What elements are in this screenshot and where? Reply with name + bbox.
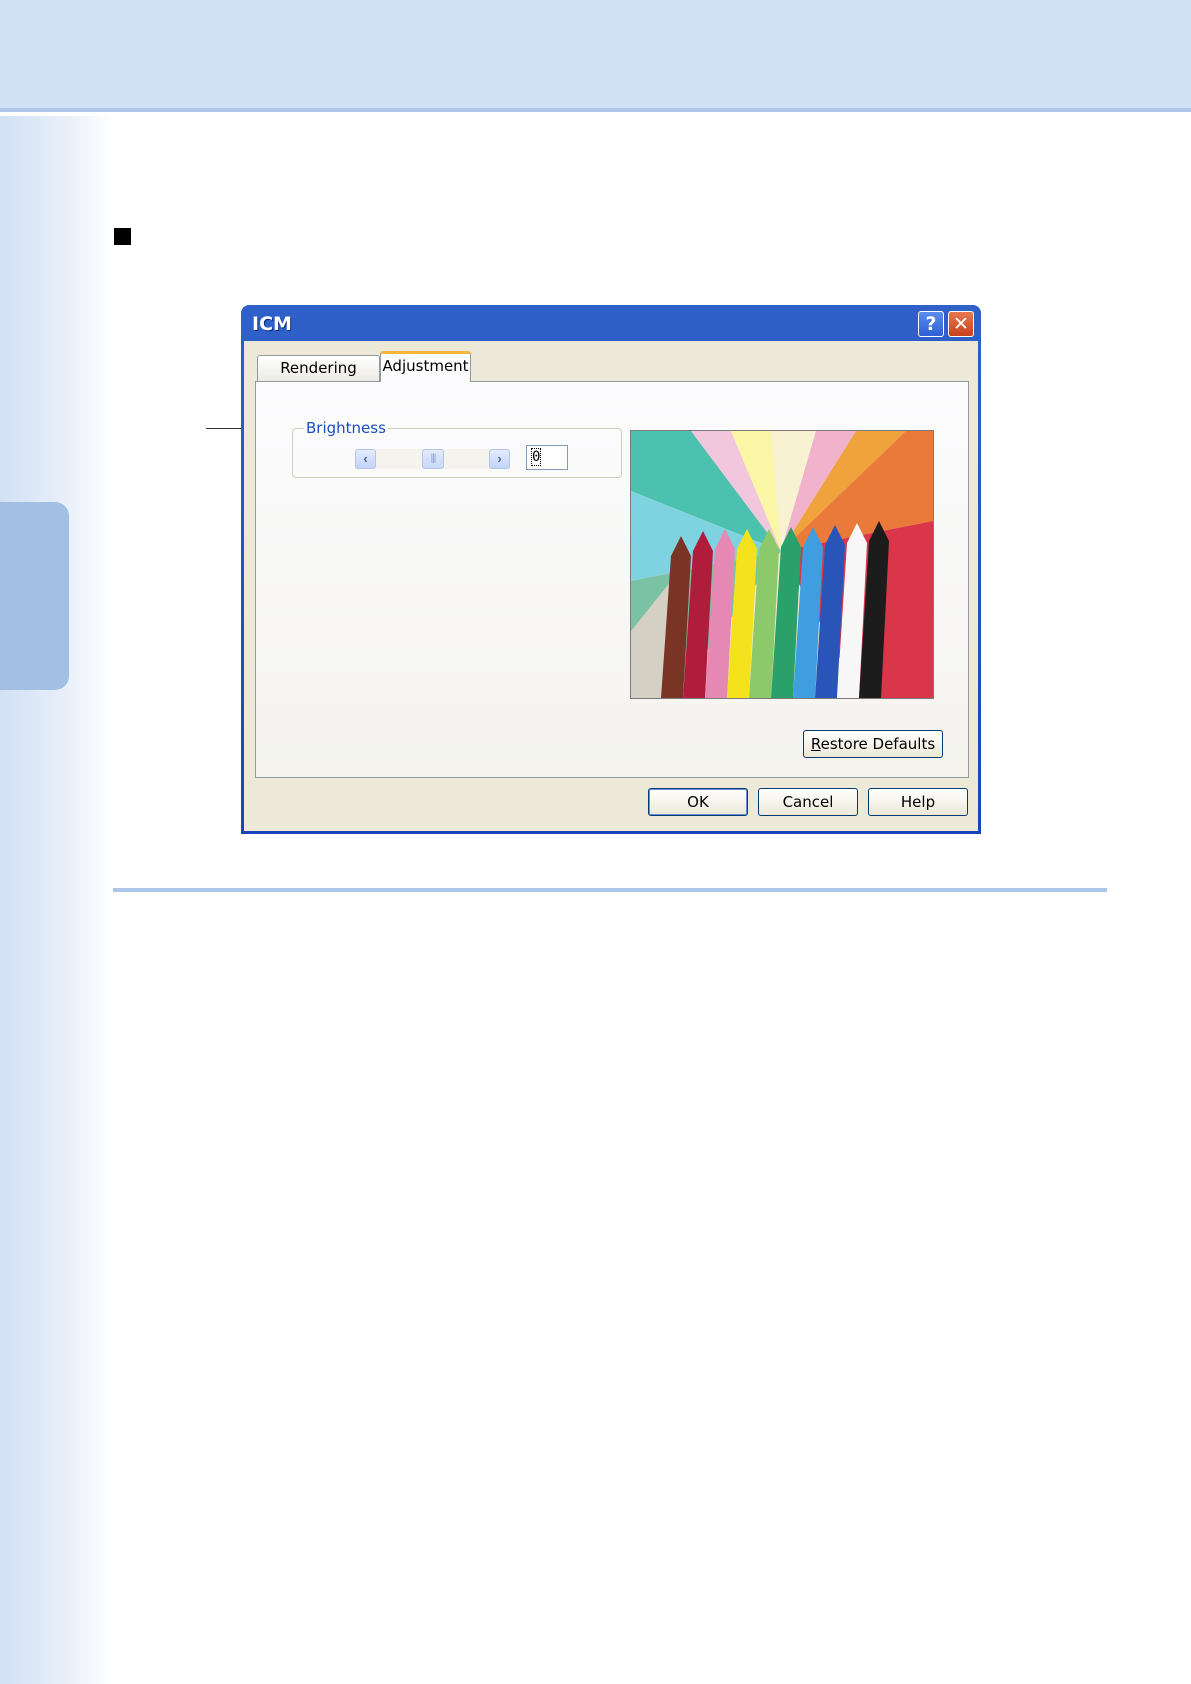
dialog-client-area: Rendering Intent Adjustment Brightness ‹…	[244, 341, 978, 831]
brightness-group: Brightness ‹ ||| › 0	[292, 419, 622, 478]
adjustment-panel: Brightness ‹ ||| › 0 Restore Defaults	[255, 381, 969, 778]
slider-thumb[interactable]: |||	[422, 449, 444, 469]
brightness-slider[interactable]: ‹ ||| ›	[355, 449, 510, 469]
close-icon[interactable]: ✕	[948, 311, 974, 337]
tab-adjustment[interactable]: Adjustment	[380, 351, 471, 382]
brightness-value-field[interactable]: 0	[526, 445, 568, 470]
chevron-right-icon[interactable]: ›	[489, 449, 510, 469]
icm-dialog: ICM ? ✕ Rendering Intent Adjustment Brig…	[241, 305, 981, 834]
chapter-side-tab	[0, 502, 69, 690]
page-header-band	[0, 0, 1191, 112]
brightness-value: 0	[530, 448, 542, 466]
page-left-margin	[0, 116, 112, 1684]
restore-defaults-label: estore Defaults	[820, 735, 936, 753]
chevron-left-icon[interactable]: ‹	[355, 449, 376, 469]
crayons-image	[631, 431, 933, 698]
dialog-titlebar[interactable]: ICM ? ✕	[244, 305, 978, 341]
dialog-title: ICM	[252, 313, 292, 335]
ok-button[interactable]: OK	[648, 788, 748, 816]
preview-image	[630, 430, 934, 699]
crayons	[661, 521, 889, 698]
tab-rendering-intent[interactable]: Rendering Intent	[257, 355, 380, 401]
help-title-button[interactable]: ?	[918, 311, 944, 337]
section-divider	[113, 888, 1107, 892]
brightness-label: Brightness	[304, 419, 388, 437]
restore-defaults-accel: R	[810, 735, 821, 753]
cancel-button[interactable]: Cancel	[758, 788, 858, 816]
restore-defaults-button[interactable]: Restore Defaults	[803, 730, 943, 758]
section-bullet	[114, 228, 131, 245]
help-button[interactable]: Help	[868, 788, 968, 816]
